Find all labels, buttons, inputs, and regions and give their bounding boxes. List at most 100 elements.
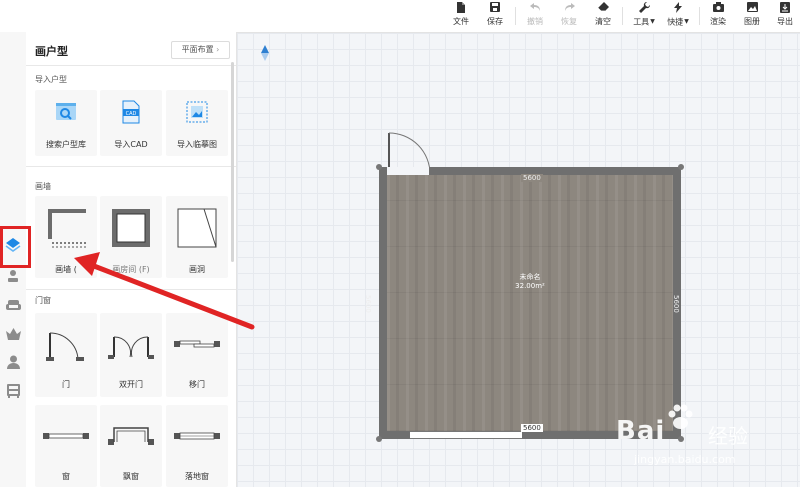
wall-corner-handle[interactable] (376, 164, 382, 170)
shortcut-label: 快捷▼ (664, 16, 692, 29)
save-label: 保存 (487, 17, 503, 26)
picture-icon (738, 2, 766, 16)
drawing-label: 图册 (744, 17, 760, 26)
sliding-door-label: 移门 (189, 380, 205, 389)
wall-corner-handle[interactable] (376, 436, 382, 442)
draw-room-icon (100, 196, 162, 260)
clear-button[interactable]: 清空 (589, 2, 617, 30)
draw-wall-card[interactable]: 画墙 ( (35, 196, 97, 278)
cabinet-icon (6, 383, 20, 402)
import-cad-label: 导入CAD (114, 140, 148, 149)
watermark-url: jingyan.baidu.com (634, 453, 736, 466)
redo-icon (555, 2, 583, 16)
redo-button[interactable]: 恢复 (555, 2, 583, 30)
camera-icon (704, 2, 732, 16)
door-icon (35, 313, 97, 375)
watermark-brand: Bai (616, 416, 666, 446)
active-tool-highlight (0, 226, 31, 268)
panel-divider (26, 65, 236, 66)
bay-window-card[interactable]: 飘窗 (100, 405, 162, 487)
search-floorplan-label: 搜索户型库 (46, 140, 86, 149)
rail-crown-button[interactable] (4, 325, 22, 343)
baidu-watermark: Bai 经验 jingyan.baidu.com (612, 400, 800, 487)
redo-label: 恢复 (561, 17, 577, 26)
trace-image-icon (166, 90, 228, 134)
save-icon (481, 2, 509, 16)
draw-hole-label: 画洞 (189, 265, 205, 274)
rail-cabinet-button[interactable] (4, 383, 22, 401)
rail-stand-button[interactable] (4, 268, 22, 286)
panel-divider (26, 166, 236, 167)
undo-button[interactable]: 撤销 (521, 2, 549, 30)
draw-hole-card[interactable]: 画洞 (166, 196, 228, 278)
window-card[interactable]: 窗 (35, 405, 97, 487)
toolbar-divider (515, 7, 516, 25)
floor-window-card[interactable]: 落地窗 (166, 405, 228, 487)
undo-icon (521, 2, 549, 16)
draw-hole-icon (166, 196, 228, 260)
save-button[interactable]: 保存 (481, 2, 509, 30)
layout-button[interactable]: 平面布置 › (171, 41, 230, 59)
tools-button[interactable]: 工具▼ (630, 1, 658, 30)
import-cad-card[interactable]: CAD 导入CAD (100, 90, 162, 156)
double-door-card[interactable]: 双开门 (100, 313, 162, 397)
floor-window-label: 落地窗 (185, 472, 209, 481)
rail-furniture-button[interactable] (4, 297, 22, 315)
eraser-icon (589, 2, 617, 16)
import-trace-card[interactable]: 导入临摹图 (166, 90, 228, 156)
room-floor[interactable] (387, 175, 673, 431)
lightning-icon (664, 2, 692, 16)
section-walls-title: 画墙 (35, 182, 51, 191)
bay-window-icon (100, 405, 162, 467)
window-icon (35, 405, 97, 467)
dimension-top: 5600 (521, 174, 543, 182)
compass-north-icon (261, 45, 269, 65)
panel-title: 画户型 (35, 45, 68, 58)
paw-logo-icon (668, 404, 693, 429)
chevron-right-icon: › (216, 45, 220, 54)
draw-room-card[interactable]: 画房间 (F) (100, 196, 162, 278)
svg-text:CAD: CAD (126, 111, 137, 117)
draw-room-label: 画房间 (F) (112, 265, 150, 274)
sliding-door-card[interactable]: 移门 (166, 313, 228, 397)
room-label[interactable]: 未命名 32.00m² (387, 273, 673, 291)
file-icon (447, 2, 475, 16)
door-opening (387, 167, 429, 175)
dimension-left: 5600 (364, 295, 372, 313)
toolbar-divider (622, 7, 623, 25)
drawing-button[interactable]: 图册 (738, 2, 766, 30)
dimension-right: 5600 (672, 295, 680, 313)
render-label: 渲染 (710, 17, 726, 26)
toolbar-divider (699, 7, 700, 25)
search-floorplan-card[interactable]: 搜索户型库 (35, 90, 97, 156)
window-opening[interactable] (410, 431, 522, 439)
caret-down-icon: ▼ (684, 18, 689, 25)
export-button[interactable]: 导出 (771, 2, 799, 30)
watermark-brand-suffix: 经验 (708, 424, 748, 448)
undo-label: 撤销 (527, 17, 543, 26)
user-icon (6, 354, 20, 373)
room-area: 32.00m² (515, 282, 545, 290)
sliding-door-icon (166, 313, 228, 375)
door-label: 门 (62, 380, 70, 389)
wrench-icon (630, 1, 658, 16)
wall-corner-handle[interactable] (678, 164, 684, 170)
double-door-icon (100, 313, 162, 375)
file-button[interactable]: 文件 (447, 2, 475, 30)
door-card[interactable]: 门 (35, 313, 97, 397)
render-button[interactable]: 渲染 (704, 2, 732, 30)
figure-icon (6, 268, 20, 287)
panel-divider (26, 289, 236, 290)
tools-label-text: 工具 (633, 17, 650, 27)
floorplan-panel: 画户型 平面布置 › 导入户型 搜索户型库 CAD 导入CAD 导入临摹图 画墙… (26, 32, 237, 487)
dimension-bottom: 5600 (521, 424, 543, 432)
export-label: 导出 (777, 17, 793, 26)
clear-label: 清空 (595, 17, 611, 26)
rail-user-button[interactable] (4, 354, 22, 372)
file-label: 文件 (453, 17, 469, 26)
draw-wall-icon (35, 196, 97, 260)
shortcut-button[interactable]: 快捷▼ (664, 2, 692, 30)
panel-scrollbar[interactable] (231, 62, 234, 262)
search-doc-icon (35, 90, 97, 134)
sofa-icon (5, 297, 21, 316)
